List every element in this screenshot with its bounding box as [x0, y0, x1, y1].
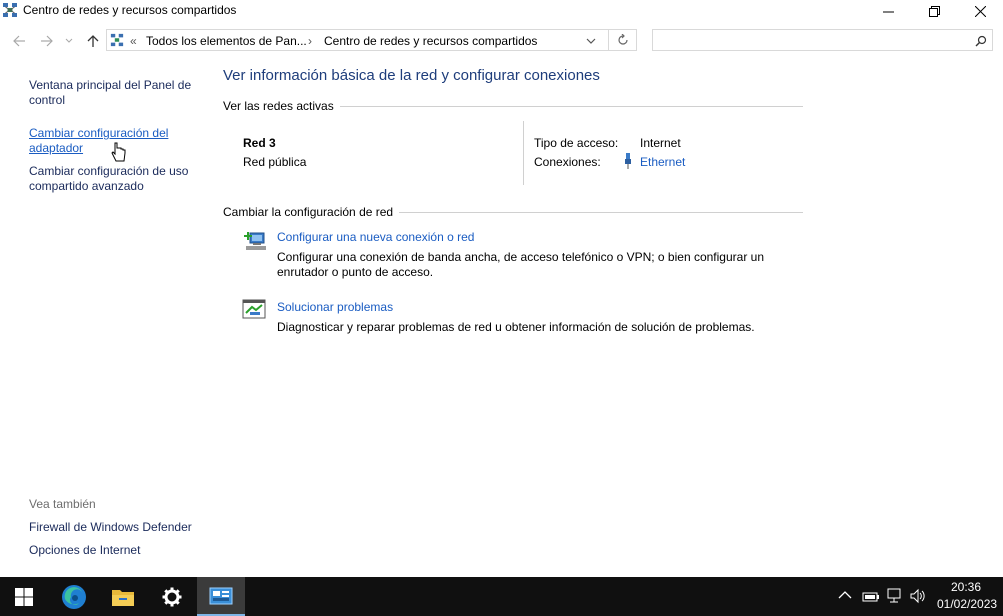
setup-new-connection-link[interactable]: Configurar una nueva conexión o red	[277, 230, 474, 244]
taskbar: 20:36 01/02/2023	[0, 577, 1003, 616]
network-tray-icon[interactable]	[886, 588, 904, 607]
ethernet-connection-link[interactable]: Ethernet	[640, 155, 685, 169]
connections-label: Conexiones:	[534, 155, 601, 169]
minimize-icon	[882, 11, 894, 12]
page-title: Ver información básica de la red y confi…	[223, 67, 600, 84]
title-bar: Centro de redes y recursos compartidos	[0, 0, 1003, 22]
breadcrumb-separator[interactable]: ›	[308, 34, 312, 48]
hand-cursor-icon	[111, 142, 126, 162]
vertical-divider	[523, 121, 524, 185]
chevron-down-icon[interactable]	[586, 38, 596, 44]
control-panel-icon	[209, 587, 233, 604]
network-name: Red 3	[243, 136, 276, 150]
file-explorer-taskbar-button[interactable]	[99, 577, 147, 616]
control-panel-home-link[interactable]: Ventana principal del Panel de control	[29, 78, 204, 108]
battery-icon	[862, 592, 879, 602]
ethernet-icon	[625, 153, 631, 169]
edge-taskbar-button[interactable]	[50, 577, 98, 616]
windows-logo-icon	[15, 587, 33, 606]
gear-icon	[162, 587, 182, 606]
clock-time[interactable]: 20:36	[951, 580, 981, 594]
forward-button[interactable]	[37, 31, 57, 51]
up-button[interactable]	[83, 31, 103, 51]
active-networks-header: Ver las redes activas	[223, 99, 340, 113]
arrow-up-icon	[87, 35, 99, 47]
troubleshoot-icon	[242, 299, 266, 319]
network-center-icon	[3, 3, 17, 17]
network-category-link[interactable]: Red pública	[243, 155, 306, 169]
restore-button[interactable]	[911, 0, 957, 22]
address-bar[interactable]: « Todos los elementos de Pan... › Centro…	[106, 29, 609, 51]
start-button[interactable]	[0, 577, 48, 616]
network-icon	[887, 588, 901, 603]
refresh-button[interactable]	[609, 29, 637, 51]
access-type-label: Tipo de acceso:	[534, 136, 619, 150]
overflow-crumb[interactable]: «	[130, 34, 137, 48]
arrow-right-icon	[41, 35, 53, 47]
recent-locations-button[interactable]	[62, 31, 76, 51]
minimize-button[interactable]	[865, 0, 911, 22]
network-center-icon	[110, 33, 124, 47]
speaker-icon	[910, 588, 925, 604]
folder-icon	[112, 589, 134, 606]
setup-new-connection-description: Configurar una conexión de banda ancha, …	[277, 250, 764, 279]
close-button[interactable]	[957, 0, 1003, 22]
show-hidden-icons-button[interactable]	[838, 589, 852, 603]
chevron-down-icon	[65, 38, 73, 43]
search-icon[interactable]	[975, 35, 987, 47]
volume-tray-icon[interactable]	[909, 588, 927, 607]
refresh-icon	[617, 34, 628, 45]
control-panel-taskbar-button[interactable]	[197, 577, 245, 616]
arrow-left-icon	[13, 35, 25, 47]
change-advanced-sharing-link[interactable]: Cambiar configuración de uso compartido …	[29, 164, 204, 194]
clock-date[interactable]: 01/02/2023	[937, 597, 997, 611]
battery-tray-icon[interactable]	[862, 589, 880, 606]
internet-options-link[interactable]: Opciones de Internet	[29, 543, 204, 558]
breadcrumb-all-items[interactable]: Todos los elementos de Pan...	[146, 34, 307, 48]
back-button[interactable]	[9, 31, 29, 51]
windows-defender-firewall-link[interactable]: Firewall de Windows Defender	[29, 520, 219, 535]
search-box[interactable]	[652, 29, 993, 51]
troubleshoot-link[interactable]: Solucionar problemas	[277, 300, 393, 314]
restore-icon	[928, 5, 940, 17]
settings-taskbar-button[interactable]	[148, 577, 196, 616]
new-connection-icon	[244, 232, 266, 250]
troubleshoot-description: Diagnosticar y reparar problemas de red …	[277, 320, 755, 334]
breadcrumb-network-center[interactable]: Centro de redes y recursos compartidos	[324, 34, 537, 48]
window-title: Centro de redes y recursos compartidos	[23, 3, 237, 17]
edge-icon	[62, 584, 86, 609]
close-icon	[974, 5, 986, 17]
see-also-heading: Vea también	[29, 497, 96, 511]
access-type-value: Internet	[640, 136, 681, 150]
change-settings-header: Cambiar la configuración de red	[223, 205, 400, 219]
search-input[interactable]	[655, 32, 959, 50]
chevron-up-icon	[838, 591, 852, 599]
